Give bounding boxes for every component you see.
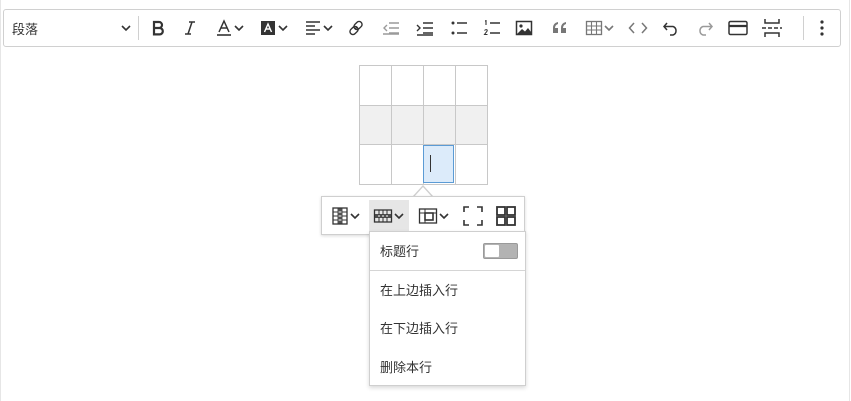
bold-icon bbox=[150, 20, 166, 36]
delete-row-item[interactable]: 删除本行 bbox=[370, 348, 525, 384]
chevron-down-icon bbox=[603, 22, 615, 34]
toolbar-separator bbox=[803, 16, 804, 40]
table-properties-button[interactable] bbox=[458, 200, 488, 232]
header-row-label: 标题行 bbox=[380, 244, 420, 260]
table-cell[interactable] bbox=[391, 65, 424, 106]
cell-properties-icon bbox=[495, 205, 517, 227]
more-items-button[interactable] bbox=[810, 10, 834, 46]
outdent-icon bbox=[382, 19, 400, 37]
editor-toolbar: 段落 bbox=[3, 9, 841, 47]
redo-icon bbox=[696, 19, 714, 37]
table-cell[interactable] bbox=[391, 104, 424, 146]
alignment-dropdown[interactable] bbox=[298, 10, 340, 46]
font-background-color-icon bbox=[259, 19, 277, 37]
undo-icon bbox=[662, 19, 680, 37]
insert-row-above-item[interactable]: 在上边插入行 bbox=[370, 271, 525, 307]
heading-dropdown[interactable]: 段落 bbox=[4, 10, 138, 46]
editor-frame-right bbox=[849, 0, 850, 401]
code-block-icon bbox=[628, 19, 648, 37]
media-embed-icon bbox=[728, 19, 748, 37]
bulleted-list-icon bbox=[450, 19, 468, 37]
merge-cells-dropdown[interactable] bbox=[415, 200, 453, 232]
font-color-icon bbox=[215, 19, 233, 37]
merge-cells-icon bbox=[418, 207, 438, 225]
bulleted-list-button[interactable] bbox=[444, 10, 474, 46]
table-row bbox=[359, 104, 488, 146]
link-icon bbox=[347, 19, 365, 37]
italic-button[interactable] bbox=[175, 10, 205, 46]
chevron-down-icon bbox=[277, 22, 289, 34]
blockquote-button[interactable] bbox=[545, 10, 575, 46]
chevron-down-icon bbox=[438, 210, 450, 222]
table-properties-icon bbox=[462, 205, 484, 227]
table-cell[interactable] bbox=[391, 144, 424, 185]
toggle-knob bbox=[485, 245, 499, 257]
image-icon bbox=[515, 19, 533, 37]
header-row-toggle[interactable] bbox=[483, 243, 518, 259]
media-embed-button[interactable] bbox=[723, 10, 753, 46]
header-row-switch[interactable]: 标题行 bbox=[370, 232, 525, 268]
numbered-list-button[interactable] bbox=[477, 10, 507, 46]
font-color-dropdown[interactable] bbox=[209, 10, 251, 46]
insert-row-above-label: 在上边插入行 bbox=[380, 283, 459, 299]
insert-table-icon bbox=[585, 19, 603, 37]
table-cell[interactable] bbox=[423, 65, 456, 106]
table-cell[interactable] bbox=[359, 104, 392, 146]
table-cell[interactable] bbox=[455, 144, 488, 185]
selected-table-cell[interactable] bbox=[423, 145, 454, 183]
bold-button[interactable] bbox=[143, 10, 173, 46]
toolbar-separator bbox=[138, 16, 139, 40]
chevron-down-icon bbox=[349, 210, 361, 222]
table-column-dropdown[interactable] bbox=[327, 200, 365, 232]
link-button[interactable] bbox=[341, 10, 371, 46]
table-column-icon bbox=[331, 206, 349, 226]
chevron-down-icon bbox=[393, 210, 405, 222]
image-button[interactable] bbox=[509, 10, 539, 46]
indent-icon bbox=[416, 19, 434, 37]
redo-button[interactable] bbox=[690, 10, 720, 46]
font-background-color-dropdown[interactable] bbox=[254, 10, 294, 46]
table-balloon-toolbar bbox=[321, 196, 525, 235]
table-cell[interactable] bbox=[423, 104, 456, 146]
row-dropdown-menu: 标题行 在上边插入行 在下边插入行 删除本行 bbox=[369, 231, 526, 386]
table-cell[interactable] bbox=[455, 65, 488, 106]
indent-button[interactable] bbox=[410, 10, 440, 46]
undo-button[interactable] bbox=[656, 10, 686, 46]
insert-row-below-item[interactable]: 在下边插入行 bbox=[370, 309, 525, 345]
insert-table-dropdown[interactable] bbox=[579, 10, 621, 46]
cell-properties-button[interactable] bbox=[491, 200, 521, 232]
outdent-button[interactable] bbox=[376, 10, 406, 46]
numbered-list-icon bbox=[483, 19, 501, 37]
table-cell[interactable] bbox=[359, 65, 392, 106]
table-row-dropdown[interactable] bbox=[369, 200, 409, 232]
table-row bbox=[359, 65, 488, 106]
page-break-button[interactable] bbox=[757, 10, 787, 46]
chevron-down-icon bbox=[322, 22, 334, 34]
table-cell[interactable] bbox=[359, 144, 392, 185]
blockquote-icon bbox=[551, 19, 569, 37]
page-break-icon bbox=[761, 18, 783, 38]
more-items-icon bbox=[819, 19, 825, 37]
insert-row-below-label: 在下边插入行 bbox=[380, 321, 459, 337]
editor-frame-left bbox=[0, 0, 1, 401]
table-row-icon bbox=[373, 208, 393, 224]
italic-icon bbox=[182, 20, 198, 36]
alignment-icon bbox=[304, 19, 322, 37]
table-cell[interactable] bbox=[455, 104, 488, 146]
heading-dropdown-label: 段落 bbox=[12, 22, 39, 38]
text-caret bbox=[430, 155, 431, 172]
chevron-down-icon bbox=[233, 22, 245, 34]
chevron-down-icon bbox=[120, 22, 132, 34]
delete-row-label: 删除本行 bbox=[380, 360, 433, 376]
code-block-button[interactable] bbox=[623, 10, 653, 46]
